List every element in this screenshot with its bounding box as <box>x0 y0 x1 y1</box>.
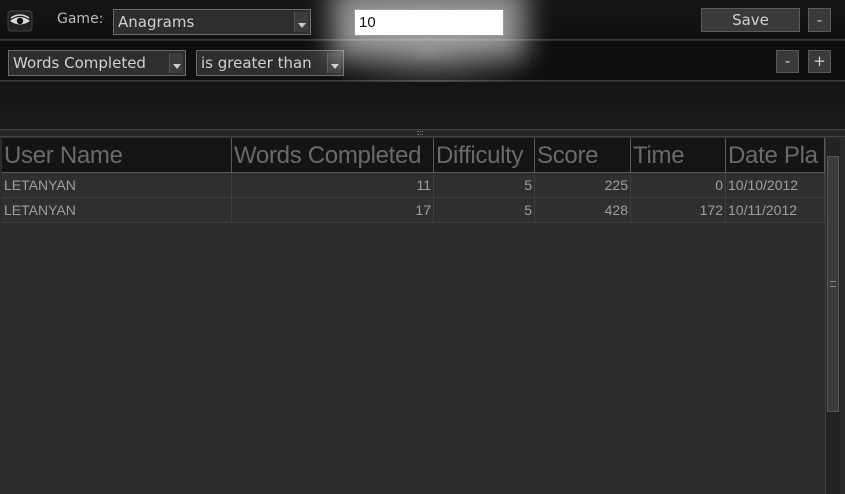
column-header-score[interactable]: Score <box>535 138 631 173</box>
cell-date-played[interactable]: 10/10/2012 <box>726 173 825 198</box>
vertical-scrollbar[interactable] <box>825 138 840 494</box>
filter-operator-value: is greater than <box>201 54 312 72</box>
save-button[interactable]: Save <box>701 8 800 32</box>
filter-operator-select[interactable]: is greater than <box>196 50 344 76</box>
add-filter-button[interactable]: + <box>808 50 831 73</box>
column-header-time[interactable]: Time <box>631 138 726 173</box>
chevron-down-icon[interactable] <box>294 12 308 32</box>
column-header-difficulty[interactable]: Difficulty <box>434 138 535 173</box>
cell-time[interactable]: 172 <box>631 198 726 223</box>
cell-words-completed[interactable]: 11 <box>232 173 434 198</box>
game-select[interactable]: Anagrams <box>113 9 311 35</box>
column-header-user-name[interactable]: User Name <box>2 138 232 173</box>
scrollbar-thumb[interactable] <box>827 156 839 412</box>
filter-field-value: Words Completed <box>13 54 146 72</box>
chevron-down-icon[interactable] <box>169 53 183 73</box>
cell-user-name[interactable]: LETANYAN <box>2 198 232 223</box>
game-select-value: Anagrams <box>118 13 195 31</box>
cell-difficulty[interactable]: 5 <box>434 173 535 198</box>
cell-words-completed[interactable]: 17 <box>232 198 434 223</box>
scroll-grip-icon <box>830 281 836 287</box>
cell-score[interactable]: 225 <box>535 173 631 198</box>
filter-bar: Words Completed is greater than - + <box>0 41 845 81</box>
splitter-grip-icon[interactable] <box>417 131 423 135</box>
cell-date-played[interactable]: 10/11/2012 <box>726 198 825 223</box>
game-label: Game: <box>57 11 104 27</box>
cell-user-name[interactable]: LETANYAN <box>2 173 232 198</box>
collapse-button[interactable]: - <box>808 8 831 32</box>
column-header-date-played[interactable]: Date Pla <box>726 138 825 173</box>
results-grid: User Name Words Completed Difficulty Sco… <box>2 138 825 494</box>
chevron-down-icon[interactable] <box>327 53 341 73</box>
filter-value-input[interactable] <box>354 9 504 36</box>
remove-filter-button[interactable]: - <box>776 50 799 73</box>
cell-difficulty[interactable]: 5 <box>434 198 535 223</box>
eye-icon[interactable] <box>7 10 33 32</box>
filter-area-empty <box>0 82 845 129</box>
column-header-words-completed[interactable]: Words Completed <box>232 138 434 173</box>
grid-header: User Name Words Completed Difficulty Sco… <box>2 138 825 173</box>
table-row[interactable]: LETANYAN 11 5 225 0 10/10/2012 <box>2 173 825 198</box>
table-row[interactable]: LETANYAN 17 5 428 172 10/11/2012 <box>2 198 825 223</box>
cell-score[interactable]: 428 <box>535 198 631 223</box>
splitter[interactable] <box>0 129 845 137</box>
cell-time[interactable]: 0 <box>631 173 726 198</box>
filter-field-select[interactable]: Words Completed <box>8 50 186 76</box>
